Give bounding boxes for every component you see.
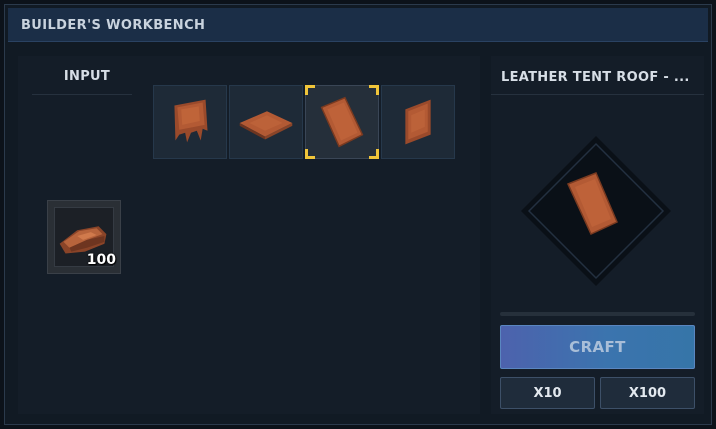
craft-x100-button[interactable]: X100: [600, 377, 695, 409]
result-panel: LEATHER TENT ROOF - ... CRAFT X10 X100: [491, 56, 704, 414]
craft-button[interactable]: CRAFT: [500, 325, 695, 369]
recipe-panel: INPUT 100: [18, 56, 480, 414]
input-label: INPUT: [63, 69, 111, 84]
selection-corner-tr: [369, 85, 379, 95]
result-item-name: LEATHER TENT ROOF - ...: [501, 70, 690, 85]
craft-x10-button[interactable]: X10: [500, 377, 595, 409]
selection-corner-tl: [305, 85, 315, 95]
result-divider: [491, 94, 704, 95]
recipe-slot-leather-tent-roof[interactable]: [305, 85, 379, 159]
input-slot[interactable]: 100: [47, 200, 121, 274]
leather-floor-icon: [239, 111, 293, 140]
selection-corner-br: [369, 149, 379, 159]
leather-panel-icon: [405, 99, 431, 145]
craft-progress-bar: [500, 312, 695, 316]
workbench-window: BUILDER'S WORKBENCH INPUT 100 LEATHER TE…: [4, 4, 712, 425]
recipe-slot-leather-wall[interactable]: [153, 85, 227, 159]
input-column: INPUT 100: [31, 56, 143, 414]
recipe-slot-leather-panel[interactable]: [381, 85, 455, 159]
input-divider: [32, 94, 132, 95]
recipe-slot-leather-floor[interactable]: [229, 85, 303, 159]
recipe-list: [153, 85, 455, 159]
title-bar: BUILDER'S WORKBENCH: [8, 8, 708, 42]
leather-tent-roof-icon: [320, 96, 364, 148]
result-preview: [521, 136, 671, 286]
leather-wall-icon: [174, 99, 208, 143]
window-title: BUILDER'S WORKBENCH: [21, 18, 206, 33]
selection-corner-bl: [305, 149, 315, 159]
input-count: 100: [86, 252, 116, 268]
